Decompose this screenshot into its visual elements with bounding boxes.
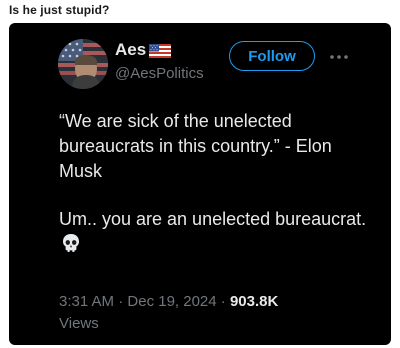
tweet-time[interactable]: 3:31 AM [59,293,114,310]
views-count: 903.8K [229,293,279,310]
views-label: Views [59,315,99,332]
tweet-meta: 3:31 AM · Dec 19, 2024 · 903.8K Views [59,291,369,335]
follow-button[interactable]: Follow [229,41,315,71]
tweet-text-quote: “We are sick of the unelected bureaucrat… [59,111,332,181]
skull-emoji-icon [61,233,81,253]
display-name[interactable]: Aes [115,40,172,60]
avatar-image [58,39,108,89]
tweet-text-reply: Um.. you are an unelected bureaucrat. [59,207,369,257]
user-handle[interactable]: @AesPolitics [115,65,204,82]
tweet-text-reply-text: Um.. you are an unelected bureaucrat. [59,209,367,229]
post-title: Is he just stupid? [9,3,110,17]
tweet-text: “We are sick of the unelected bureaucrat… [59,109,369,257]
meta-separator: · [114,293,128,310]
avatar[interactable] [58,39,108,89]
more-options-icon[interactable] [329,49,349,59]
us-flag-icon [149,43,172,58]
meta-separator: · [216,293,230,310]
tweet-date[interactable]: Dec 19, 2024 [127,293,216,310]
tweet-card: Aes @AesPolitics Follow “We are sick of … [9,23,391,345]
display-name-text: Aes [115,40,147,59]
